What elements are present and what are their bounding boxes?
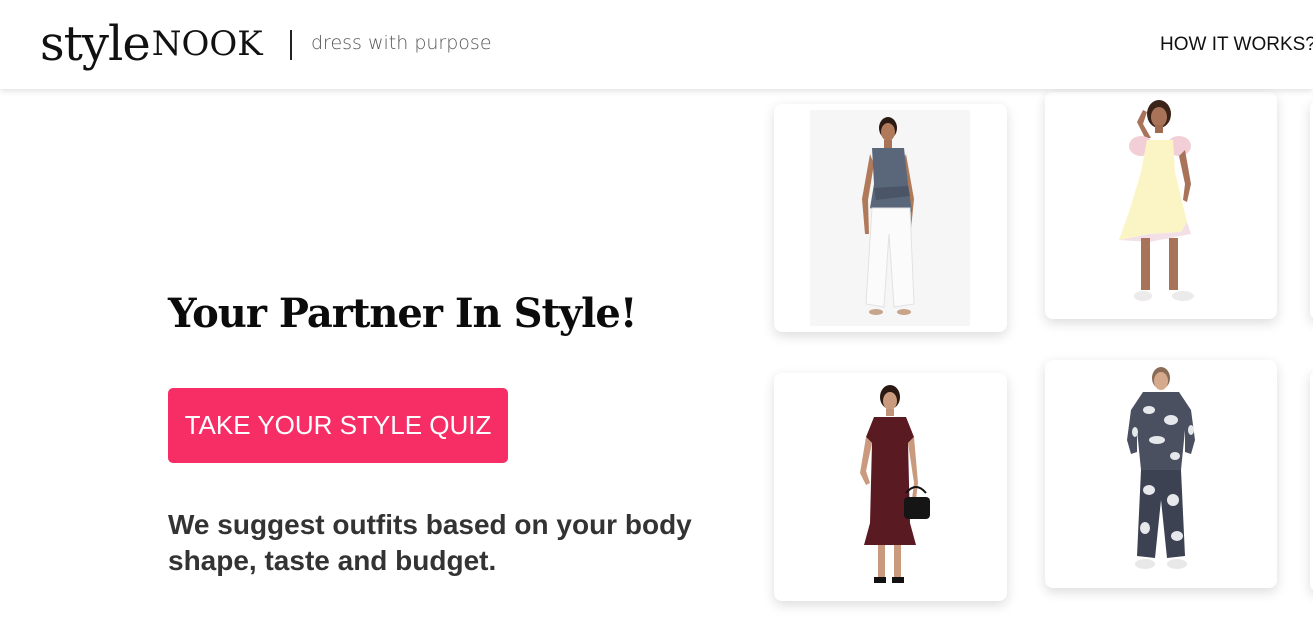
outfit-yellow-pinafore-dress-icon — [1119, 100, 1194, 301]
product-card-3[interactable] — [774, 373, 1007, 601]
how-it-works-link[interactable]: HOW IT WORKS? — [1160, 34, 1313, 56]
hero-description: We suggest outfits based on your body sh… — [168, 509, 692, 576]
outfit-grey-top-white-trousers-icon — [810, 110, 970, 326]
product-card-1[interactable] — [774, 104, 1007, 332]
product-card-2[interactable] — [1045, 92, 1277, 319]
site-header: style NOOK dress with purpose HOW IT WOR… — [0, 0, 1313, 89]
logo-nook-text: NOOK — [151, 24, 263, 64]
stylenook-logo[interactable]: style NOOK — [40, 18, 263, 70]
logo-style-text: style — [40, 16, 151, 72]
hero-title: Your Partner In Style! — [168, 290, 637, 337]
tagline: dress with purpose — [311, 32, 492, 54]
style-quiz-button[interactable]: TAKE YOUR STYLE QUIZ — [168, 388, 508, 463]
logo-divider — [290, 30, 292, 60]
outfit-maroon-dress-handbag-icon — [860, 385, 930, 583]
product-card-4[interactable] — [1045, 360, 1277, 588]
outfit-tie-dye-tracksuit-icon — [1127, 367, 1195, 569]
